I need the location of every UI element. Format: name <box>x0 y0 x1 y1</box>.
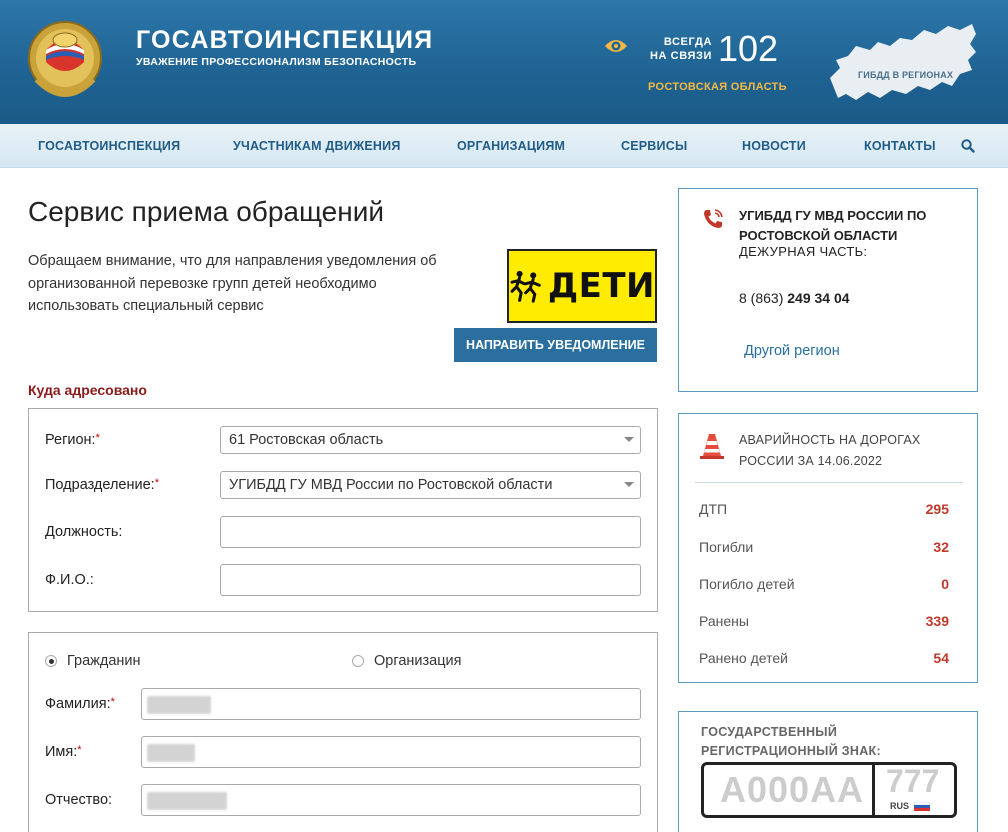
brand-subtitle: УВАЖЕНИЕ ПРОФЕССИОНАЛИЗМ БЕЗОПАСНОСТЬ <box>136 56 417 68</box>
russian-flag-icon <box>914 802 930 811</box>
stat-value-children-killed: 0 <box>941 576 949 592</box>
fio-label: Ф.И.О.: <box>45 572 94 588</box>
divider <box>695 482 963 483</box>
plate-title-line-1: ГОСУДАРСТВЕННЫЙ <box>701 725 838 739</box>
contact-card: УГИБДД ГУ МВД РОССИИ ПО РОСТОВСКОЙ ОБЛАС… <box>678 188 978 392</box>
radio-organization-label[interactable]: Организация <box>374 653 461 669</box>
nav-item-contacts[interactable]: КОНТАКТЫ <box>864 139 936 153</box>
children-transport-banner[interactable]: ДЕТИ <box>507 249 657 323</box>
redacted-value <box>147 696 211 714</box>
accident-title-line-1: АВАРИЙНОСТЬ НА ДОРОГАХ <box>739 433 921 447</box>
nav-item-organizations[interactable]: ОРГАНИЗАЦИЯМ <box>457 139 565 153</box>
always-line-2: НА СВЯЗИ <box>649 50 712 62</box>
required-mark: * <box>77 744 82 756</box>
running-children-icon <box>510 270 541 303</box>
redacted-value <box>147 792 227 810</box>
map-label[interactable]: ГИБДД В РЕГИОНАХ <box>858 70 953 80</box>
plate-separator <box>872 765 875 815</box>
main-nav: ГОСАВТОИНСПЕКЦИЯ УЧАСТНИКАМ ДВИЖЕНИЯ ОРГ… <box>0 124 1008 168</box>
plate-title-line-2: РЕГИСТРАЦИОННЫЙ ЗНАК: <box>701 744 881 758</box>
plate-card-title: ГОСУДАРСТВЕННЫЙ РЕГИСТРАЦИОННЫЙ ЗНАК: <box>701 723 881 761</box>
applicant-form: Гражданин Организация Фамилия:* Имя:* От… <box>28 632 658 832</box>
region-select-value: 61 Ростовская область <box>229 432 384 448</box>
nav-item-news[interactable]: НОВОСТИ <box>742 139 806 153</box>
radio-organization[interactable] <box>352 655 364 667</box>
required-mark: * <box>110 696 115 708</box>
patronymic-input[interactable] <box>141 784 641 816</box>
region-label: Регион:* <box>45 432 100 448</box>
stat-name-killed: Погибли <box>699 539 754 555</box>
other-region-link[interactable]: Другой регион <box>744 343 840 359</box>
accident-stats-card: АВАРИЙНОСТЬ НА ДОРОГАХ РОССИИ ЗА 14.06.2… <box>678 413 978 683</box>
traffic-cone-icon <box>700 434 724 459</box>
nav-item-participants[interactable]: УЧАСТНИКАМ ДВИЖЕНИЯ <box>233 139 401 153</box>
division-label-text: Подразделение: <box>45 477 155 493</box>
plate-check-card: ГОСУДАРСТВЕННЫЙ РЕГИСТРАЦИОННЫЙ ЗНАК: А0… <box>678 711 978 832</box>
patronymic-label: Отчество: <box>45 792 113 808</box>
always-connected-label: ВСЕГДА НА СВЯЗИ <box>648 35 712 63</box>
site-header: ГОСАВТОИНСПЕКЦИЯ УВАЖЕНИЕ ПРОФЕССИОНАЛИЗ… <box>0 0 1008 124</box>
region-label-text: Регион: <box>45 432 96 448</box>
firstname-label: Имя:* <box>45 744 82 760</box>
chevron-down-icon <box>624 482 634 487</box>
firstname-input[interactable] <box>141 736 641 768</box>
required-mark: * <box>154 477 159 489</box>
stat-name-dtp: ДТП <box>699 501 728 517</box>
nav-item-services[interactable]: СЕРВИСЫ <box>621 139 687 153</box>
lastname-input[interactable] <box>141 688 641 720</box>
stat-value-injured: 339 <box>925 613 949 629</box>
division-select-value: УГИБДД ГУ МВД России по Ростовской облас… <box>229 477 553 493</box>
lastname-label: Фамилия:* <box>45 696 115 712</box>
redacted-value <box>147 744 195 762</box>
page-title: Сервис приема обращений <box>28 196 385 227</box>
stat-name-children-killed: Погибло детей <box>699 576 795 592</box>
position-label: Должность: <box>45 524 123 540</box>
required-mark: * <box>95 432 100 444</box>
plate-region: 777 <box>886 763 940 799</box>
eye-icon[interactable] <box>604 38 628 54</box>
hotline-number: 102 <box>718 28 779 69</box>
firstname-label-text: Имя: <box>45 744 78 760</box>
stat-value-children-injured: 54 <box>933 650 949 666</box>
stat-name-children-injured: Ранено детей <box>699 650 788 666</box>
phone-number: 249 34 04 <box>787 290 850 306</box>
region-select[interactable]: 61 Ростовская область <box>220 426 641 454</box>
deti-label: ДЕТИ <box>547 266 655 306</box>
plate-number: А000АА <box>720 769 865 810</box>
gibdd-emblem-icon[interactable] <box>26 10 104 110</box>
division-select[interactable]: УГИБДД ГУ МВД России по Ростовской облас… <box>220 471 641 499</box>
duty-phone: 8 (863) 249 34 04 <box>739 290 850 306</box>
nav-item-gosavtoinspekciya[interactable]: ГОСАВТОИНСПЕКЦИЯ <box>38 139 180 153</box>
accident-stats-title[interactable]: АВАРИЙНОСТЬ НА ДОРОГАХ РОССИИ ЗА 14.06.2… <box>739 430 920 472</box>
brand-title[interactable]: ГОСАВТОИНСПЕКЦИЯ <box>136 26 433 55</box>
radio-citizen[interactable] <box>45 655 57 667</box>
addressee-form: Регион:* 61 Ростовская область Подраздел… <box>28 408 658 612</box>
region-name[interactable]: РОСТОВСКАЯ ОБЛАСТЬ <box>648 81 787 93</box>
stat-value-dtp: 295 <box>925 501 949 517</box>
position-input[interactable] <box>220 516 641 548</box>
russia-map-icon[interactable] <box>826 16 980 110</box>
duty-label: ДЕЖУРНАЯ ЧАСТЬ: <box>739 244 868 259</box>
section-addressed-to: Куда адресовано <box>28 382 147 398</box>
stat-value-killed: 32 <box>933 539 949 555</box>
chevron-down-icon <box>624 437 634 442</box>
division-label: Подразделение:* <box>45 477 159 493</box>
accident-title-line-2: РОССИИ ЗА 14.06.2022 <box>739 454 883 468</box>
send-notification-button[interactable]: НАПРАВИТЬ УВЕДОМЛЕНИЕ <box>454 328 657 362</box>
license-plate-input[interactable]: А000АА 777 RUS <box>701 762 957 818</box>
notice-text: Обращаем внимание, что для направления у… <box>28 253 437 314</box>
contact-title: УГИБДД ГУ МВД РОССИИ ПО РОСТОВСКОЙ ОБЛАС… <box>739 208 927 243</box>
search-icon[interactable] <box>960 138 976 154</box>
phone-icon <box>704 209 723 228</box>
stat-name-injured: Ранены <box>699 613 749 629</box>
always-line-1: ВСЕГДА <box>663 36 712 48</box>
radio-citizen-label[interactable]: Гражданин <box>67 653 141 669</box>
plate-country: RUS <box>890 801 910 811</box>
fio-input[interactable] <box>220 564 641 596</box>
phone-prefix: 8 (863) <box>739 290 788 306</box>
lastname-label-text: Фамилия: <box>45 696 111 712</box>
